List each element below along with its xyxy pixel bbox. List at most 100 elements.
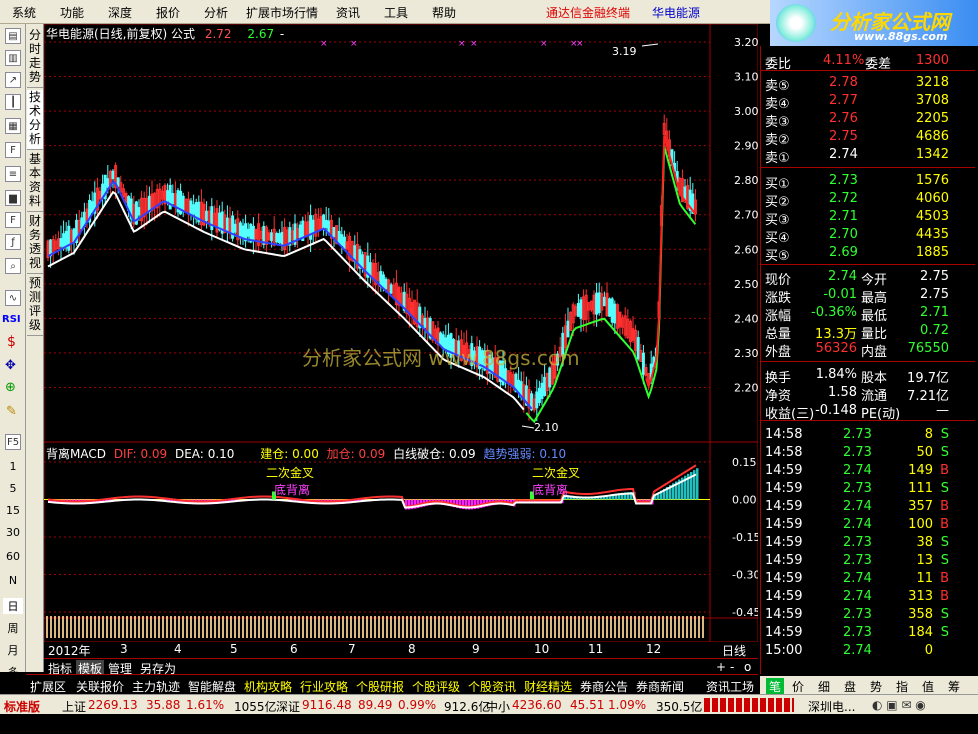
stat-label: 内盘 (861, 345, 888, 360)
volume-band-stripe (450, 616, 452, 638)
volume-band-stripe (230, 616, 232, 638)
ftab-stock-news[interactable]: 个股资讯 (468, 678, 516, 695)
ftab-related[interactable]: 关联报价 (76, 678, 124, 695)
kline-icon[interactable]: ▥ (5, 50, 21, 66)
price-tick: 2.90 (734, 140, 758, 153)
ftab-institution[interactable]: 机构攻略 (244, 678, 292, 695)
trend-label: 趋势强弱: (483, 447, 536, 461)
ftab-research[interactable]: 个股研报 (356, 678, 404, 695)
menu-quote[interactable]: 报价 (156, 4, 180, 21)
reset-button[interactable]: o (742, 660, 753, 674)
tick-row: 14:58 2.73 8 S (761, 426, 975, 444)
ftab-main-force[interactable]: 主力轨迹 (132, 678, 180, 695)
period-5min[interactable]: 5 (3, 482, 23, 495)
period-multi[interactable]: 多 (3, 664, 23, 680)
zoom-icon[interactable]: ⊕ (5, 380, 16, 395)
wave-icon[interactable]: ∿ (5, 290, 21, 306)
dollar-icon[interactable]: $ (7, 334, 16, 350)
tab-intraday[interactable]: 分时走势 (27, 28, 43, 88)
kline-chart[interactable]: 3.20 3.10 3.00 2.90 2.80 2.70 2.60 2.50 2.40 2.30… (44, 24, 758, 642)
volume-band-stripe (642, 616, 644, 638)
ftab-industry[interactable]: 行业攻略 (300, 678, 348, 695)
tick-price: 2.74 (843, 643, 872, 658)
candle-icon[interactable]: ┃ (5, 94, 21, 110)
rtab-2[interactable]: 细 (818, 678, 830, 695)
candle-body (280, 231, 284, 246)
search-icon[interactable]: ⌕ (5, 258, 21, 274)
tab-technical[interactable]: 技术分析 (27, 90, 43, 150)
menu-news[interactable]: 资讯 (336, 4, 360, 21)
ftab-info-factory[interactable]: 资讯工场 (706, 678, 754, 695)
f12-icon[interactable]: F (5, 212, 21, 228)
ftab-broker-notice[interactable]: 券商公告 (580, 678, 628, 695)
period-n[interactable]: N (3, 574, 23, 587)
tick-price: 2.74 (843, 463, 872, 478)
f5-icon[interactable]: F5 (5, 434, 21, 450)
trend-icon[interactable]: ↗ (5, 72, 21, 88)
ftab-broker-news[interactable]: 券商新闻 (636, 678, 684, 695)
minute-chart-icon[interactable]: ▤ (5, 28, 21, 44)
price-tick: 2.70 (734, 209, 758, 222)
volume-band-stripe (494, 616, 496, 638)
price-tick: 3.00 (734, 105, 758, 118)
rtab-0[interactable]: 笔 (766, 678, 785, 695)
rtab-4[interactable]: 势 (870, 678, 882, 695)
period-day[interactable]: 日 (3, 598, 23, 614)
volume-band-stripe (178, 616, 180, 638)
period-60min[interactable]: 60 (3, 550, 23, 563)
period-week[interactable]: 周 (3, 620, 23, 636)
chart-area[interactable]: 3.20 3.10 3.00 2.90 2.80 2.70 2.60 2.50 2.40 2.30… (44, 24, 758, 658)
volume-band-stripe (622, 616, 624, 638)
menu-tools[interactable]: 工具 (384, 4, 408, 21)
menu-ext-market[interactable]: 扩展市场行情 (246, 4, 318, 21)
volume-band-stripe (594, 616, 596, 638)
period-month[interactable]: 月 (3, 642, 23, 658)
ftab-rating[interactable]: 个股评级 (412, 678, 460, 695)
order-diff-value: 1300 (915, 53, 949, 68)
server-label[interactable]: 深圳电... (808, 698, 855, 715)
menu-analysis[interactable]: 分析 (204, 4, 228, 21)
ftab-finance[interactable]: 财经精选 (524, 678, 572, 695)
tab-finance[interactable]: 财务透视 (27, 214, 43, 274)
f10-icon[interactable]: F (5, 142, 21, 158)
doc-icon[interactable]: ≡ (5, 166, 21, 182)
menu-depth[interactable]: 深度 (108, 4, 132, 21)
volume-band-stripe (166, 616, 168, 638)
rtab-3[interactable]: 盘 (844, 678, 856, 695)
candle-body (595, 292, 599, 315)
tick-price: 2.74 (843, 571, 872, 586)
move-icon[interactable]: ✥ (5, 358, 16, 373)
tab-basic-info[interactable]: 基本资料 (27, 152, 43, 212)
volume-band-stripe (114, 616, 116, 638)
ftab-ext[interactable]: 扩展区 (30, 678, 66, 695)
candle-body (368, 262, 372, 277)
zoom-out-button[interactable]: - (728, 660, 736, 674)
period-1min[interactable]: 1 (3, 460, 23, 473)
tab-forecast[interactable]: 预测评级 (27, 276, 43, 336)
tick-row: 14:58 2.73 50 S (761, 444, 975, 462)
period-30min[interactable]: 30 (3, 526, 23, 539)
price-tick: 2.30 (734, 347, 758, 360)
volume-band-stripe (378, 616, 380, 638)
rtab-6[interactable]: 值 (922, 678, 934, 695)
menu-help[interactable]: 帮助 (432, 4, 456, 21)
period-15min[interactable]: 15 (3, 504, 23, 517)
rsi-icon[interactable]: RSI (2, 314, 21, 325)
candle-body (332, 226, 336, 238)
chart-bar-icon[interactable]: ▆ (5, 190, 21, 206)
volume-band-stripe (234, 616, 236, 638)
formula-icon[interactable]: ƒ (5, 234, 21, 250)
volume-band-stripe (422, 616, 424, 638)
zoom-in-button[interactable]: + (714, 660, 728, 674)
table-icon[interactable]: ▦ (5, 118, 21, 134)
ftab-smart[interactable]: 智能解盘 (188, 678, 236, 695)
menu-system[interactable]: 系统 (12, 4, 36, 21)
quote-panel: 委比 4.11% 委差 1300 卖⑤ 2.78 3218 卖④ 2.77 3708 卖③ 2.76 2… (760, 46, 978, 674)
tick-price: 2.74 (843, 589, 872, 604)
pencil-icon[interactable]: ✎ (6, 404, 17, 419)
menu-function[interactable]: 功能 (60, 4, 84, 21)
rtab-7[interactable]: 筹 (948, 678, 960, 695)
tick-row: 14:59 2.73 38 S (761, 534, 975, 552)
rtab-1[interactable]: 价 (792, 678, 804, 695)
rtab-5[interactable]: 指 (896, 678, 908, 695)
